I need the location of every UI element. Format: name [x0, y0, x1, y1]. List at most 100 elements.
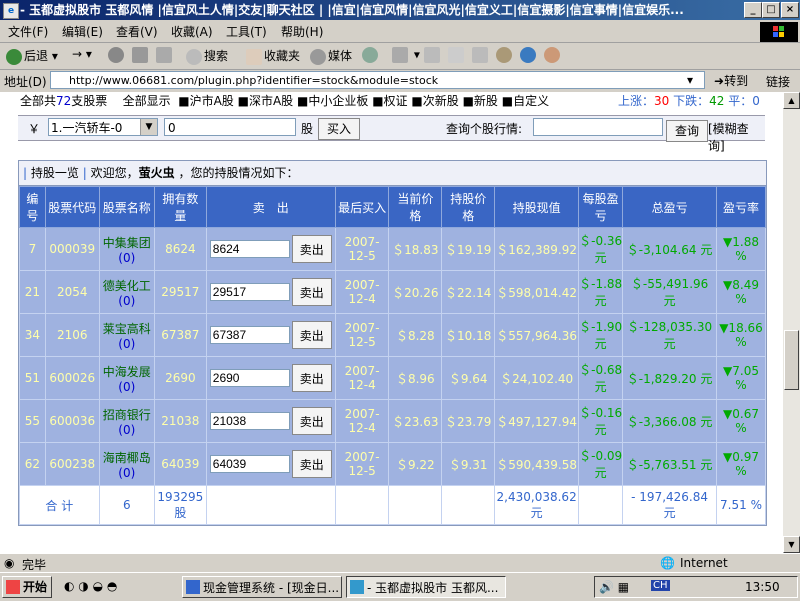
row-value: ＄598,014.42 — [494, 270, 580, 314]
row-qty: 29517 — [153, 270, 207, 314]
messenger-button[interactable] — [496, 47, 514, 63]
scroll-up-button[interactable]: ▲ — [783, 92, 800, 109]
filter-sme[interactable]: 中小企业板 — [308, 94, 368, 108]
sell-button[interactable]: 卖出 — [291, 450, 332, 478]
search-button[interactable]: 搜索 — [186, 47, 228, 65]
ime-indicator[interactable]: CH — [651, 580, 670, 591]
col-header-code: 股票代码 — [44, 186, 100, 228]
go-button[interactable]: ➜转到 — [714, 72, 748, 89]
row-name-count[interactable]: (0) — [118, 423, 135, 437]
filter-sh-a[interactable]: 沪市A股 — [190, 94, 234, 108]
query-input[interactable] — [533, 118, 663, 136]
row-hold-price: ＄10.18 — [441, 313, 496, 357]
table-row: 21 2054 德美化工(0) 29517 卖出 2007-12-4 ＄20.2… — [19, 270, 766, 314]
ie-icon[interactable]: e — [3, 3, 19, 19]
sell-quantity-input[interactable] — [209, 369, 290, 387]
menu-tools[interactable]: 工具(T) — [226, 23, 267, 40]
row-name-count[interactable]: (0) — [118, 466, 135, 480]
minimize-button[interactable]: _ — [744, 2, 762, 18]
favorites-button[interactable]: 收藏夹 — [246, 47, 300, 65]
back-arrow-icon — [6, 48, 22, 65]
print-button[interactable] — [424, 47, 442, 63]
row-name-count[interactable]: (0) — [118, 337, 135, 351]
menu-favorites[interactable]: 收藏(A) — [171, 23, 213, 40]
sell-quantity-input[interactable] — [209, 455, 290, 473]
sell-button[interactable]: 卖出 — [291, 407, 332, 435]
col-header-hold-price: 持股价格 — [441, 186, 496, 228]
col-header-total: 总盈亏 — [622, 186, 717, 228]
stop-button[interactable] — [108, 47, 126, 63]
filter-sub-new[interactable]: 次新股 — [423, 94, 459, 108]
filter-bullet-icon: ■ — [178, 94, 190, 108]
stock-select[interactable]: 1.一汽轿车-0 ▼ — [48, 118, 158, 136]
filter-new[interactable]: 新股 — [474, 94, 498, 108]
row-name: 中海发展(0) — [98, 356, 155, 400]
col-header-last-buy: 最后买入 — [334, 186, 390, 228]
globe-button[interactable] — [520, 47, 538, 63]
close-button[interactable]: × — [781, 2, 799, 18]
row-sell-cell: 卖出 — [205, 270, 336, 314]
filter-custom[interactable]: 自定义 — [513, 94, 549, 108]
show-all-link[interactable]: 全部显示 — [123, 94, 171, 108]
discuss-button[interactable] — [472, 47, 490, 63]
history-button[interactable] — [362, 47, 380, 63]
dropdown-arrow-icon[interactable]: ▾ — [687, 73, 693, 87]
media-button[interactable]: 媒体 — [310, 47, 352, 65]
back-button[interactable]: 后退 ▾ — [6, 47, 58, 65]
query-button[interactable]: 查询 — [666, 120, 708, 142]
scroll-thumb[interactable] — [784, 330, 799, 390]
sell-quantity-input[interactable] — [209, 326, 290, 344]
sell-button[interactable]: 卖出 — [291, 235, 332, 263]
clock: 13:50 — [745, 580, 780, 594]
vertical-scrollbar[interactable] — [783, 92, 800, 553]
stop-icon — [108, 47, 124, 63]
stock-name-link[interactable]: 中集集团 — [103, 236, 151, 250]
tray-icons[interactable]: 🔊 ▦ — [599, 580, 629, 594]
sell-quantity-input[interactable] — [209, 283, 290, 301]
buy-quantity-input[interactable]: 0 — [164, 118, 296, 136]
row-name-count[interactable]: (0) — [118, 251, 135, 265]
quick-launch-icons[interactable]: ◐ ◑ ◒ ◓ — [64, 579, 117, 593]
taskbar-button-browser[interactable]: - 玉都虚拟股市 玉都风... — [346, 576, 506, 598]
sell-quantity-input[interactable] — [209, 240, 290, 258]
menu-edit[interactable]: 编辑(E) — [62, 23, 103, 40]
fuzzy-query-link[interactable]: [模糊查询] — [708, 120, 765, 154]
tool-button[interactable] — [544, 47, 562, 63]
up-count: 30 — [654, 94, 670, 108]
row-name-count[interactable]: (0) — [118, 380, 135, 394]
buy-button[interactable]: 买入 — [318, 118, 360, 140]
mail-button[interactable]: ▾ — [392, 47, 420, 63]
home-button[interactable] — [156, 47, 174, 63]
row-name-count[interactable]: (0) — [118, 294, 135, 308]
edit-button[interactable] — [448, 47, 466, 63]
stock-name-link[interactable]: 招商银行 — [103, 408, 151, 422]
menu-view[interactable]: 查看(V) — [116, 23, 158, 40]
row-sell-cell: 卖出 — [205, 442, 336, 486]
maximize-button[interactable]: □ — [762, 2, 780, 18]
row-total: ＄-128,035.30 元 — [622, 313, 717, 357]
filter-sz-a[interactable]: 深市A股 — [249, 94, 293, 108]
row-date: 2007-12-5 — [334, 227, 390, 271]
menu-file[interactable]: 文件(F) — [8, 23, 48, 40]
forward-button[interactable]: → ▾ — [72, 47, 92, 61]
links-button[interactable]: 链接 — [766, 73, 790, 90]
stock-name-link[interactable]: 德美化工 — [103, 279, 151, 293]
refresh-button[interactable] — [132, 47, 150, 63]
row-date: 2007-12-4 — [334, 270, 390, 314]
scroll-down-button[interactable]: ▼ — [783, 536, 800, 553]
stock-name-link[interactable]: 莱宝高科 — [103, 322, 151, 336]
address-input[interactable]: http://www.06681.com/plugin.php?identifi… — [50, 71, 705, 89]
sell-quantity-input[interactable] — [209, 412, 290, 430]
total-label: 合 计 — [19, 485, 100, 525]
filter-warrant[interactable]: 权证 — [384, 94, 408, 108]
menu-help[interactable]: 帮助(H) — [281, 23, 323, 40]
sell-button[interactable]: 卖出 — [291, 278, 332, 306]
chevron-down-icon[interactable]: ▼ — [140, 119, 157, 135]
stock-name-link[interactable]: 海南椰岛 — [103, 451, 151, 465]
start-button[interactable]: 开始 — [2, 576, 52, 598]
stock-name-link[interactable]: 中海发展 — [103, 365, 151, 379]
sell-button[interactable]: 卖出 — [291, 321, 332, 349]
taskbar-button-cash[interactable]: 现金管理系统 - [现金日... — [182, 576, 342, 598]
total-qty: 193295 股 — [153, 485, 207, 525]
sell-button[interactable]: 卖出 — [291, 364, 332, 392]
